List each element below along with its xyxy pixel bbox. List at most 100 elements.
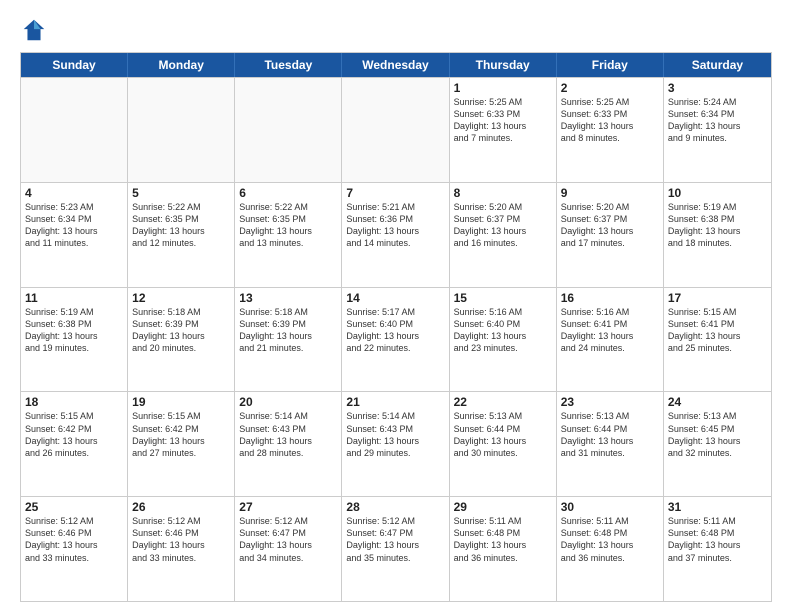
day-info: Sunrise: 5:12 AM Sunset: 6:47 PM Dayligh… — [346, 515, 444, 564]
calendar-cell-4: 4Sunrise: 5:23 AM Sunset: 6:34 PM Daylig… — [21, 183, 128, 287]
calendar-cell-1: 1Sunrise: 5:25 AM Sunset: 6:33 PM Daylig… — [450, 78, 557, 182]
calendar-cell-16: 16Sunrise: 5:16 AM Sunset: 6:41 PM Dayli… — [557, 288, 664, 392]
day-info: Sunrise: 5:14 AM Sunset: 6:43 PM Dayligh… — [346, 410, 444, 459]
day-info: Sunrise: 5:22 AM Sunset: 6:35 PM Dayligh… — [132, 201, 230, 250]
day-number: 1 — [454, 81, 552, 95]
calendar-cell-23: 23Sunrise: 5:13 AM Sunset: 6:44 PM Dayli… — [557, 392, 664, 496]
day-info: Sunrise: 5:23 AM Sunset: 6:34 PM Dayligh… — [25, 201, 123, 250]
day-info: Sunrise: 5:12 AM Sunset: 6:47 PM Dayligh… — [239, 515, 337, 564]
day-header-tuesday: Tuesday — [235, 53, 342, 77]
day-number: 13 — [239, 291, 337, 305]
day-number: 9 — [561, 186, 659, 200]
day-header-monday: Monday — [128, 53, 235, 77]
day-info: Sunrise: 5:16 AM Sunset: 6:40 PM Dayligh… — [454, 306, 552, 355]
day-number: 17 — [668, 291, 767, 305]
logo — [20, 16, 52, 44]
day-number: 22 — [454, 395, 552, 409]
day-number: 31 — [668, 500, 767, 514]
calendar-cell-5: 5Sunrise: 5:22 AM Sunset: 6:35 PM Daylig… — [128, 183, 235, 287]
day-header-sunday: Sunday — [21, 53, 128, 77]
calendar-cell-15: 15Sunrise: 5:16 AM Sunset: 6:40 PM Dayli… — [450, 288, 557, 392]
day-number: 6 — [239, 186, 337, 200]
calendar-cell-9: 9Sunrise: 5:20 AM Sunset: 6:37 PM Daylig… — [557, 183, 664, 287]
header — [20, 16, 772, 44]
calendar-page: SundayMondayTuesdayWednesdayThursdayFrid… — [0, 0, 792, 612]
day-number: 30 — [561, 500, 659, 514]
day-number: 14 — [346, 291, 444, 305]
calendar-cell-empty-0-0 — [21, 78, 128, 182]
day-number: 21 — [346, 395, 444, 409]
calendar-cell-6: 6Sunrise: 5:22 AM Sunset: 6:35 PM Daylig… — [235, 183, 342, 287]
calendar-cell-22: 22Sunrise: 5:13 AM Sunset: 6:44 PM Dayli… — [450, 392, 557, 496]
calendar-cell-21: 21Sunrise: 5:14 AM Sunset: 6:43 PM Dayli… — [342, 392, 449, 496]
calendar-cell-empty-0-1 — [128, 78, 235, 182]
day-info: Sunrise: 5:21 AM Sunset: 6:36 PM Dayligh… — [346, 201, 444, 250]
logo-icon — [20, 16, 48, 44]
calendar-cell-8: 8Sunrise: 5:20 AM Sunset: 6:37 PM Daylig… — [450, 183, 557, 287]
calendar-cell-30: 30Sunrise: 5:11 AM Sunset: 6:48 PM Dayli… — [557, 497, 664, 601]
calendar-cell-27: 27Sunrise: 5:12 AM Sunset: 6:47 PM Dayli… — [235, 497, 342, 601]
day-number: 18 — [25, 395, 123, 409]
day-info: Sunrise: 5:14 AM Sunset: 6:43 PM Dayligh… — [239, 410, 337, 459]
calendar-cell-18: 18Sunrise: 5:15 AM Sunset: 6:42 PM Dayli… — [21, 392, 128, 496]
day-info: Sunrise: 5:15 AM Sunset: 6:42 PM Dayligh… — [25, 410, 123, 459]
day-info: Sunrise: 5:22 AM Sunset: 6:35 PM Dayligh… — [239, 201, 337, 250]
day-header-friday: Friday — [557, 53, 664, 77]
calendar-cell-26: 26Sunrise: 5:12 AM Sunset: 6:46 PM Dayli… — [128, 497, 235, 601]
day-number: 11 — [25, 291, 123, 305]
day-number: 20 — [239, 395, 337, 409]
day-info: Sunrise: 5:11 AM Sunset: 6:48 PM Dayligh… — [561, 515, 659, 564]
calendar-cell-7: 7Sunrise: 5:21 AM Sunset: 6:36 PM Daylig… — [342, 183, 449, 287]
calendar: SundayMondayTuesdayWednesdayThursdayFrid… — [20, 52, 772, 602]
calendar-row-4: 25Sunrise: 5:12 AM Sunset: 6:46 PM Dayli… — [21, 496, 771, 601]
day-info: Sunrise: 5:17 AM Sunset: 6:40 PM Dayligh… — [346, 306, 444, 355]
day-number: 19 — [132, 395, 230, 409]
day-info: Sunrise: 5:13 AM Sunset: 6:44 PM Dayligh… — [561, 410, 659, 459]
day-number: 5 — [132, 186, 230, 200]
day-info: Sunrise: 5:25 AM Sunset: 6:33 PM Dayligh… — [561, 96, 659, 145]
calendar-cell-28: 28Sunrise: 5:12 AM Sunset: 6:47 PM Dayli… — [342, 497, 449, 601]
calendar-cell-14: 14Sunrise: 5:17 AM Sunset: 6:40 PM Dayli… — [342, 288, 449, 392]
day-number: 24 — [668, 395, 767, 409]
day-number: 7 — [346, 186, 444, 200]
day-info: Sunrise: 5:20 AM Sunset: 6:37 PM Dayligh… — [561, 201, 659, 250]
day-number: 15 — [454, 291, 552, 305]
day-info: Sunrise: 5:19 AM Sunset: 6:38 PM Dayligh… — [25, 306, 123, 355]
calendar-cell-17: 17Sunrise: 5:15 AM Sunset: 6:41 PM Dayli… — [664, 288, 771, 392]
day-info: Sunrise: 5:18 AM Sunset: 6:39 PM Dayligh… — [239, 306, 337, 355]
day-number: 25 — [25, 500, 123, 514]
day-header-saturday: Saturday — [664, 53, 771, 77]
day-number: 4 — [25, 186, 123, 200]
day-number: 23 — [561, 395, 659, 409]
calendar-cell-13: 13Sunrise: 5:18 AM Sunset: 6:39 PM Dayli… — [235, 288, 342, 392]
day-number: 26 — [132, 500, 230, 514]
calendar-row-3: 18Sunrise: 5:15 AM Sunset: 6:42 PM Dayli… — [21, 391, 771, 496]
calendar-row-1: 4Sunrise: 5:23 AM Sunset: 6:34 PM Daylig… — [21, 182, 771, 287]
day-info: Sunrise: 5:12 AM Sunset: 6:46 PM Dayligh… — [25, 515, 123, 564]
day-number: 10 — [668, 186, 767, 200]
day-number: 16 — [561, 291, 659, 305]
day-info: Sunrise: 5:25 AM Sunset: 6:33 PM Dayligh… — [454, 96, 552, 145]
calendar-cell-20: 20Sunrise: 5:14 AM Sunset: 6:43 PM Dayli… — [235, 392, 342, 496]
day-number: 28 — [346, 500, 444, 514]
day-number: 27 — [239, 500, 337, 514]
calendar-cell-empty-0-2 — [235, 78, 342, 182]
day-number: 8 — [454, 186, 552, 200]
calendar-row-2: 11Sunrise: 5:19 AM Sunset: 6:38 PM Dayli… — [21, 287, 771, 392]
day-info: Sunrise: 5:13 AM Sunset: 6:44 PM Dayligh… — [454, 410, 552, 459]
day-info: Sunrise: 5:19 AM Sunset: 6:38 PM Dayligh… — [668, 201, 767, 250]
calendar-cell-19: 19Sunrise: 5:15 AM Sunset: 6:42 PM Dayli… — [128, 392, 235, 496]
day-number: 2 — [561, 81, 659, 95]
day-header-wednesday: Wednesday — [342, 53, 449, 77]
day-info: Sunrise: 5:13 AM Sunset: 6:45 PM Dayligh… — [668, 410, 767, 459]
calendar-cell-2: 2Sunrise: 5:25 AM Sunset: 6:33 PM Daylig… — [557, 78, 664, 182]
calendar-body: 1Sunrise: 5:25 AM Sunset: 6:33 PM Daylig… — [21, 77, 771, 601]
calendar-row-0: 1Sunrise: 5:25 AM Sunset: 6:33 PM Daylig… — [21, 77, 771, 182]
day-info: Sunrise: 5:16 AM Sunset: 6:41 PM Dayligh… — [561, 306, 659, 355]
calendar-cell-31: 31Sunrise: 5:11 AM Sunset: 6:48 PM Dayli… — [664, 497, 771, 601]
day-number: 3 — [668, 81, 767, 95]
day-info: Sunrise: 5:11 AM Sunset: 6:48 PM Dayligh… — [454, 515, 552, 564]
day-info: Sunrise: 5:24 AM Sunset: 6:34 PM Dayligh… — [668, 96, 767, 145]
day-info: Sunrise: 5:18 AM Sunset: 6:39 PM Dayligh… — [132, 306, 230, 355]
calendar-header: SundayMondayTuesdayWednesdayThursdayFrid… — [21, 53, 771, 77]
